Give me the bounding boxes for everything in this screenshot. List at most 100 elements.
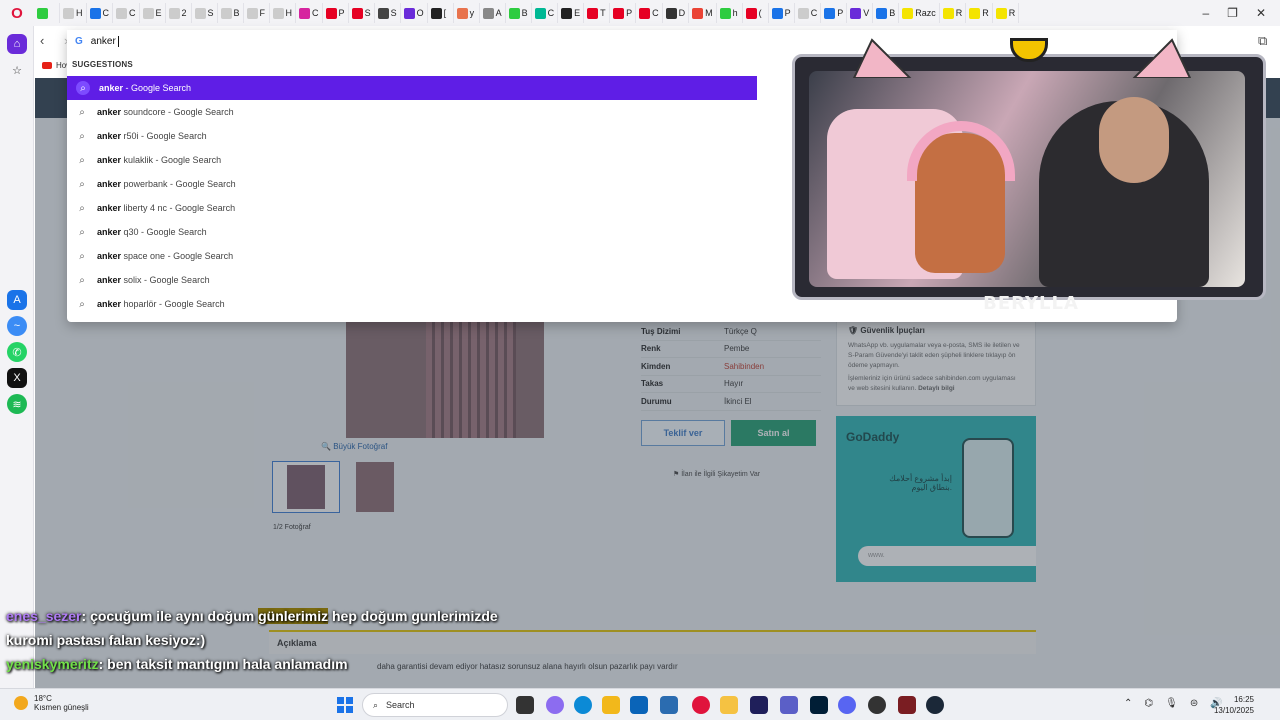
wifi-icon[interactable]: ⊜ — [1190, 698, 1198, 709]
tab[interactable]: B — [873, 3, 900, 23]
suggestion-text: anker - Google Search — [99, 83, 192, 93]
home-icon[interactable]: ⌂ — [7, 34, 27, 54]
whatsapp-icon[interactable]: ✆ — [7, 342, 27, 362]
tab[interactable]: R — [940, 3, 967, 23]
tab[interactable]: R — [993, 3, 1020, 23]
minimize-icon[interactable]: – — [1202, 6, 1209, 20]
tab[interactable]: C — [296, 3, 323, 23]
tab[interactable]: A — [480, 3, 506, 23]
after-effects-icon[interactable] — [750, 696, 768, 714]
task-view-icon[interactable] — [516, 696, 534, 714]
tab[interactable]: ( — [743, 3, 769, 23]
tab[interactable]: T — [584, 3, 611, 23]
suggestion-text: anker hoparlör - Google Search — [97, 299, 225, 309]
clock[interactable]: 16:25 13/10/2025 — [1214, 694, 1254, 716]
tab[interactable]: B — [218, 3, 244, 23]
app-store-icon[interactable]: A — [7, 290, 27, 310]
chat-message: enes_sezer: çocuğum ile aynı doğum günle… — [6, 604, 498, 628]
taskbar-search[interactable]: ⌕ Search — [362, 693, 508, 717]
folder-icon[interactable] — [720, 696, 738, 714]
suggestion-item[interactable]: ⌕ anker - Google Search — [67, 76, 757, 100]
tab[interactable]: V — [847, 3, 874, 23]
tab[interactable]: C — [636, 3, 663, 23]
tab[interactable]: E — [558, 3, 585, 23]
teams-icon[interactable] — [780, 696, 798, 714]
discord-icon[interactable] — [838, 696, 856, 714]
tab[interactable]: C — [795, 3, 822, 23]
tab[interactable]: P — [821, 3, 848, 23]
tab[interactable]: H — [60, 3, 87, 23]
tab[interactable]: [ — [428, 3, 454, 23]
spotify-icon[interactable]: ≋ — [7, 394, 27, 414]
messenger-icon[interactable]: ~ — [7, 316, 27, 336]
tab[interactable]: S — [192, 3, 218, 23]
edge-icon[interactable] — [574, 696, 592, 714]
opera-logo[interactable]: O — [0, 0, 34, 26]
tab[interactable]: R — [966, 3, 993, 23]
sun-icon — [14, 696, 28, 710]
google-icon: G — [75, 35, 83, 47]
chat-message: yeniskymeritz: ben taksit mantıgını hala… — [6, 652, 498, 676]
tab-label: C — [312, 8, 319, 18]
outlook-icon[interactable] — [630, 696, 648, 714]
tab-favicon-icon — [587, 7, 599, 19]
mic-icon[interactable]: 🎙 — [1165, 698, 1178, 709]
tab[interactable]: P — [769, 3, 795, 23]
opera-taskbar-icon[interactable] — [692, 696, 710, 714]
system-tray: ⌃ ⌬ 🎙 ⊜ 🔊 — [1124, 698, 1223, 709]
suggestion-text: anker powerbank - Google Search — [97, 179, 236, 189]
star-icon[interactable]: ☆ — [7, 60, 27, 80]
tab[interactable]: Razc — [899, 3, 940, 23]
tab-label: h — [732, 8, 738, 18]
obs-icon[interactable] — [868, 696, 886, 714]
tab[interactable]: P — [323, 3, 349, 23]
tab[interactable]: D — [663, 3, 690, 23]
copilot-icon[interactable] — [546, 696, 564, 714]
x-icon[interactable]: X — [7, 368, 27, 388]
tab[interactable]: C — [532, 3, 559, 23]
tab[interactable]: h — [717, 3, 743, 23]
tab-favicon-icon — [220, 7, 232, 19]
cat-ear-right-icon — [1132, 38, 1192, 78]
tab[interactable]: O — [401, 3, 428, 23]
tab[interactable]: S — [375, 3, 401, 23]
tab[interactable]: S — [349, 3, 375, 23]
tab-favicon-icon — [116, 7, 127, 19]
tab-label: C — [102, 8, 110, 18]
tab[interactable]: P — [610, 3, 637, 23]
network-icon[interactable]: ⌬ — [1144, 698, 1153, 709]
start-icon[interactable] — [337, 697, 353, 713]
maximize-icon[interactable]: ❐ — [1227, 6, 1238, 20]
tab-label: S — [364, 8, 371, 18]
tab[interactable]: F — [244, 3, 270, 23]
tab[interactable]: y — [454, 3, 480, 23]
tab-label: R — [1008, 8, 1016, 18]
tab-favicon-icon — [194, 7, 206, 19]
back-icon[interactable]: ‹ — [40, 33, 44, 48]
tab-favicon-icon — [482, 7, 494, 19]
tab-favicon-icon — [272, 7, 284, 19]
search-icon: ⌕ — [79, 274, 85, 286]
tab-label: H — [285, 8, 293, 18]
close-icon[interactable]: ✕ — [1256, 6, 1266, 20]
tab[interactable]: E — [140, 3, 166, 23]
tab[interactable]: 2 — [166, 3, 192, 23]
taskbar-search-label: Search — [386, 700, 415, 710]
weather-widget[interactable]: 18°C Kısmen güneşli — [14, 694, 89, 712]
tab[interactable]: B — [506, 3, 532, 23]
tab-favicon-icon — [719, 7, 731, 19]
tab[interactable]: M — [689, 3, 717, 23]
tab-label: R — [982, 8, 989, 18]
photoshop-icon[interactable] — [810, 696, 828, 714]
tab[interactable]: C — [87, 3, 113, 23]
tab[interactable]: H — [270, 3, 297, 23]
address-input[interactable]: G anker — [67, 30, 757, 52]
steam-icon[interactable] — [926, 696, 944, 714]
chevron-up-icon[interactable]: ⌃ — [1124, 698, 1132, 709]
tab[interactable] — [34, 3, 60, 23]
tab[interactable]: C — [113, 3, 140, 23]
game-icon[interactable] — [898, 696, 916, 714]
monitor-icon[interactable] — [660, 696, 678, 714]
tab-favicon-icon — [456, 7, 468, 19]
file-explorer-icon[interactable] — [602, 696, 620, 714]
